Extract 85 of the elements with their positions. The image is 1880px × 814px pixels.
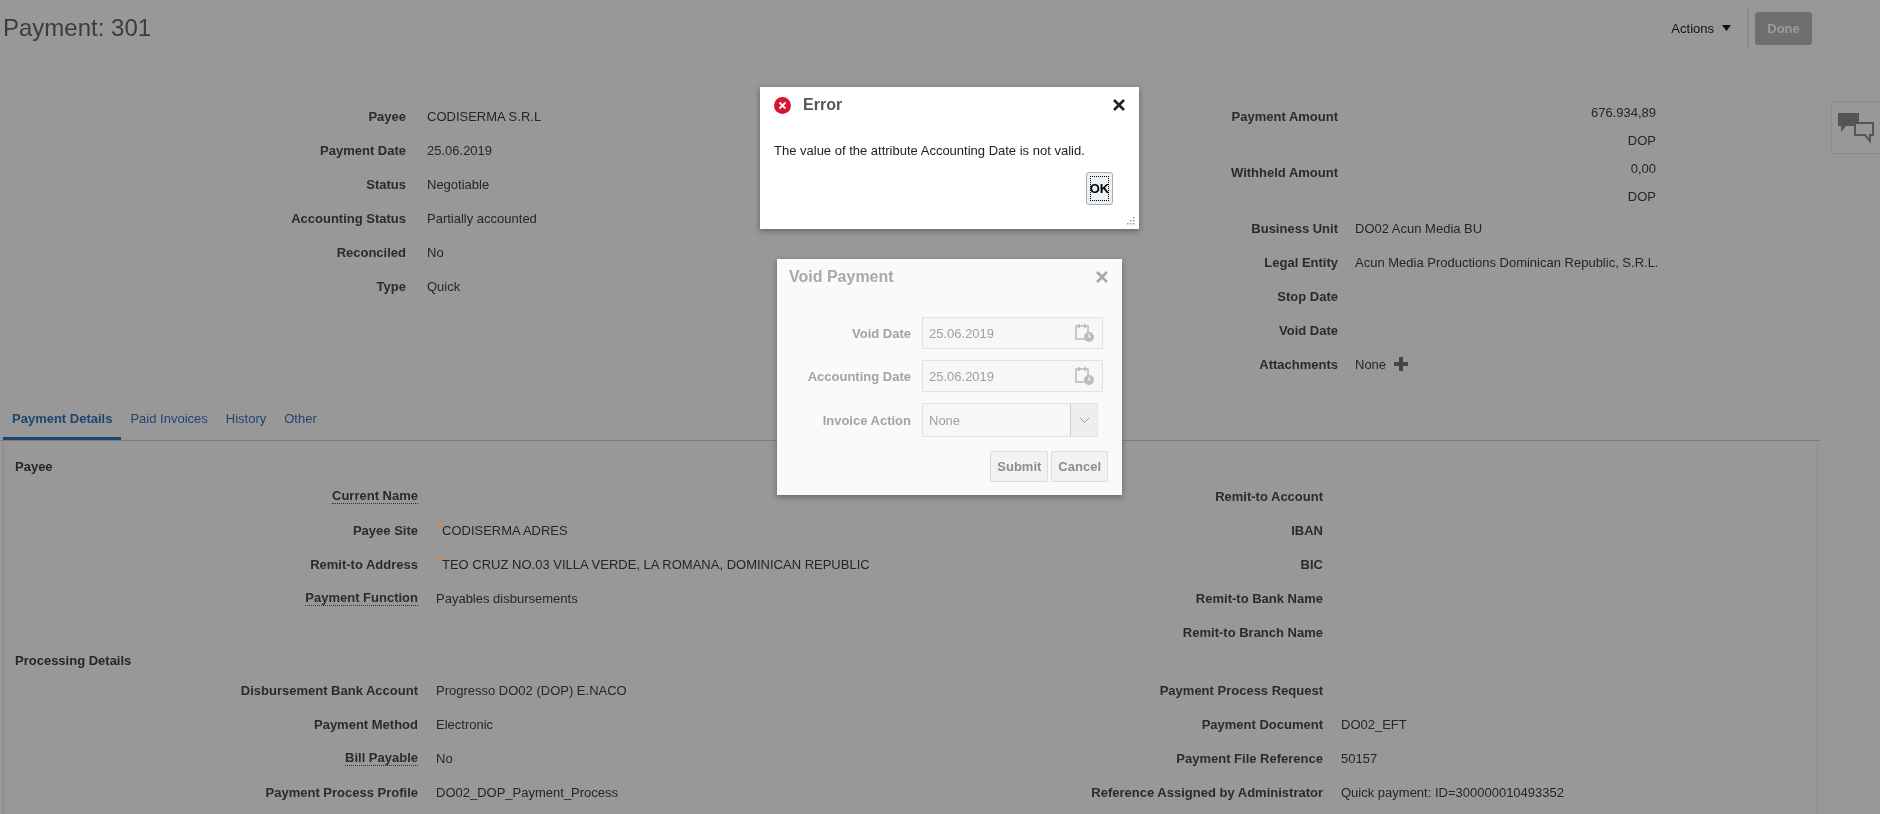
field-label: Remit-to Account xyxy=(1215,488,1323,504)
amount-value: 0,00 xyxy=(1630,160,1656,178)
currency-code: DOP xyxy=(1627,132,1656,150)
caret-icon xyxy=(1722,25,1731,31)
tab[interactable]: Other xyxy=(275,401,326,440)
field-value: Negotiable xyxy=(427,176,490,192)
section-heading: Payee xyxy=(15,458,53,476)
field-label: Payment Process Profile xyxy=(265,784,418,800)
field-label: Reconciled xyxy=(336,244,406,260)
field-label: Attachments xyxy=(1259,356,1338,372)
tab[interactable]: Paid Invoices xyxy=(121,401,217,440)
field-label: Remit-to Branch Name xyxy=(1182,624,1323,640)
select-field[interactable]: None xyxy=(922,403,1098,437)
field-label: Payee Site xyxy=(352,522,418,538)
field-value: No xyxy=(436,750,453,766)
field-value: None xyxy=(1355,356,1387,372)
field-label: Payee xyxy=(368,108,406,124)
field-label: Reference Assigned by Administrator xyxy=(1091,784,1323,800)
chat-icon xyxy=(1837,111,1875,144)
field-value: DO02_EFT xyxy=(1341,716,1407,732)
help-label[interactable]: Bill Payable xyxy=(345,750,418,766)
field-value: Electronic xyxy=(436,716,494,732)
field-label: Status xyxy=(366,176,406,192)
field-label: Void Date xyxy=(1279,322,1338,338)
field-value: No xyxy=(427,244,444,260)
close-icon[interactable] xyxy=(1113,99,1125,111)
dialog-title: Void Payment xyxy=(789,268,895,286)
field-value: CODISERMA ADRES xyxy=(436,522,568,538)
error-message: The value of the attribute Accounting Date is not valid. xyxy=(774,143,1086,158)
field-value: 50157 xyxy=(1341,750,1378,766)
field-label: Payment Amount xyxy=(1231,108,1338,124)
field-label: Payment File Reference xyxy=(1176,750,1323,766)
field-label: Remit-to Bank Name xyxy=(1195,590,1323,606)
field-label: Type xyxy=(376,278,406,294)
field-label: Disbursement Bank Account xyxy=(240,682,418,698)
field-value: Quick payment: ID=300000010493352 xyxy=(1341,784,1564,800)
ok-button[interactable]: OK xyxy=(1086,172,1113,205)
field-value: Partially accounted xyxy=(427,210,537,226)
field-label: Legal Entity xyxy=(1264,254,1338,270)
field-label: Business Unit xyxy=(1251,220,1338,236)
field-value: 25.06.2019 xyxy=(427,142,493,158)
actions-menu[interactable]: Actions xyxy=(1665,16,1737,40)
field-value: Progresso DO02 (DOP) E.NACO xyxy=(436,682,627,698)
field-value: DO02 Acun Media BU xyxy=(1355,220,1483,236)
page-title: Payment: 301 xyxy=(3,14,153,42)
corner-marker-icon xyxy=(436,556,442,563)
field-value: Acun Media Productions Dominican Republic, S.R.L. xyxy=(1355,254,1659,270)
date-field[interactable]: 25.06.2019 xyxy=(922,360,1103,392)
amount-value: 676.934,89 xyxy=(1590,104,1656,122)
add-icon[interactable] xyxy=(1394,357,1409,371)
calendar-icon[interactable] xyxy=(1075,366,1095,386)
tab[interactable]: History xyxy=(216,401,276,440)
field-label: Payment Document xyxy=(1201,716,1323,732)
field-label: Void Date xyxy=(852,325,911,341)
tab[interactable]: Payment Details xyxy=(3,401,122,440)
dialog-title: Error xyxy=(803,96,844,114)
field-label: Remit-to Address xyxy=(310,556,418,572)
field-label: Payment Process Request xyxy=(1159,682,1323,698)
field-label: Payment Date xyxy=(320,142,406,158)
calendar-icon[interactable] xyxy=(1075,323,1095,343)
field-label: Invoice Action xyxy=(822,412,911,428)
field-label: Accounting Status xyxy=(291,210,406,226)
field-label: Accounting Date xyxy=(807,368,911,384)
field-label: IBAN xyxy=(1291,522,1323,538)
field-label: Stop Date xyxy=(1277,288,1338,304)
date-field[interactable]: 25.06.2019 xyxy=(922,317,1103,349)
section-heading: Processing Details xyxy=(15,652,132,670)
field-value: CODISERMA S.R.L xyxy=(427,108,542,124)
cancel-button[interactable]: Cancel xyxy=(1051,451,1108,482)
submit-button[interactable]: Submit xyxy=(990,451,1049,482)
field-value: DO02_DOP_Payment_Process xyxy=(436,784,619,800)
error-icon xyxy=(774,96,791,114)
help-label[interactable]: Payment Function xyxy=(305,590,418,606)
help-label[interactable]: Current Name xyxy=(332,488,418,504)
currency-code: DOP xyxy=(1627,188,1656,206)
field-value: Payables disbursements xyxy=(436,590,578,606)
resize-grip-icon[interactable] xyxy=(1125,215,1135,225)
chevron-down-icon xyxy=(1078,416,1090,424)
field-value: TEO CRUZ NO.03 VILLA VERDE, LA ROMANA, DOMINICAN REPUBLIC xyxy=(436,556,870,572)
corner-marker-icon xyxy=(436,522,442,529)
field-label: Withheld Amount xyxy=(1231,164,1338,180)
chat-tab[interactable] xyxy=(1831,101,1880,154)
field-value: Quick xyxy=(427,278,461,294)
field-label: Payment Method xyxy=(314,716,418,732)
field-label: BIC xyxy=(1300,556,1323,572)
